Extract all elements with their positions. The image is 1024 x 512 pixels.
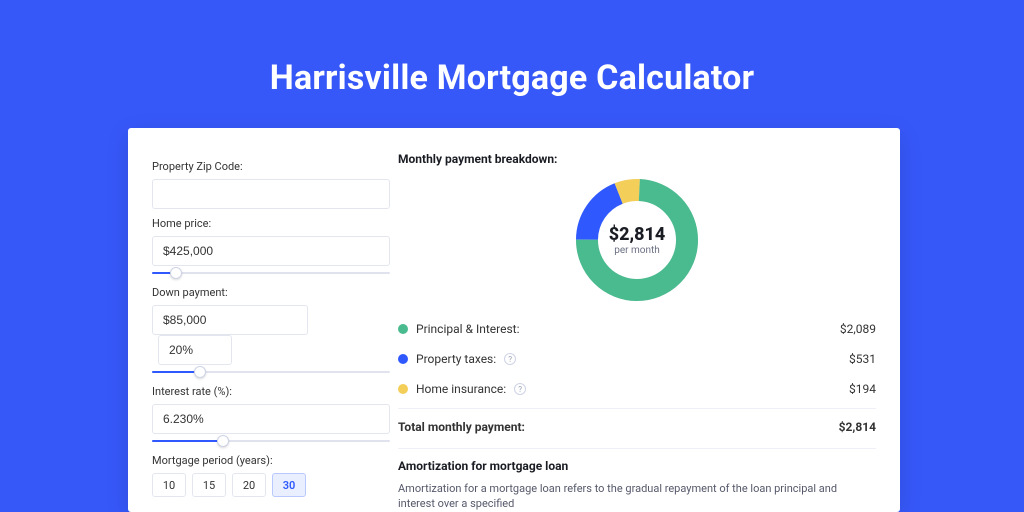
breakdown-heading: Monthly payment breakdown: [398,152,876,166]
amortization-heading: Amortization for mortgage loan [398,459,876,473]
legend-row: Home insurance:? $194 [398,374,876,404]
donut-center: $2,814 per month [571,174,703,306]
down-amount-input[interactable] [152,305,308,335]
rate-input[interactable] [152,404,390,434]
down-percent-input[interactable] [158,335,232,365]
donut-center-sub: per month [614,245,660,256]
period-option-30[interactable]: 30 [272,473,306,497]
period-option-10[interactable]: 10 [152,473,186,497]
legend-row: Principal & Interest: $2,089 [398,314,876,344]
info-icon[interactable]: ? [514,383,526,395]
legend-label: Property taxes: [416,352,496,366]
legend-label: Home insurance: [416,382,506,396]
legend-amount: $194 [849,382,876,396]
down-slider[interactable] [152,367,390,377]
total-label: Total monthly payment: [398,420,525,434]
page-title: Harrisville Mortgage Calculator [108,58,916,98]
down-label: Down payment: [152,286,390,299]
legend-dot [398,354,408,364]
donut-chart-wrap: $2,814 per month [398,174,876,306]
legend-dot [398,324,408,334]
amortization-paragraph: Amortization for a mortgage loan refers … [398,481,876,512]
period-option-20[interactable]: 20 [232,473,266,497]
price-label: Home price: [152,217,390,230]
breakdown-panel: Monthly payment breakdown: $2,814 per mo… [390,128,900,512]
zip-label: Property Zip Code: [152,160,390,173]
price-input[interactable] [152,236,390,266]
zip-input[interactable] [152,179,390,209]
legend-row: Property taxes:? $531 [398,344,876,374]
price-slider[interactable] [152,268,390,278]
legend-dot [398,384,408,394]
rate-slider[interactable] [152,436,390,446]
period-label: Mortgage period (years): [152,454,390,467]
donut-center-value: $2,814 [609,224,666,245]
calculator-card: Property Zip Code: Home price: Down paym… [128,128,900,512]
total-row: Total monthly payment: $2,814 [398,408,876,438]
info-icon[interactable]: ? [504,353,516,365]
legend-amount: $2,089 [840,322,876,336]
amortization-section: Amortization for mortgage loan Amortizat… [398,448,876,512]
breakdown-legend: Principal & Interest: $2,089 Property taxe… [398,314,876,404]
inputs-panel: Property Zip Code: Home price: Down paym… [128,128,390,512]
legend-amount: $531 [849,352,876,366]
page-root: Harrisville Mortgage Calculator Property… [0,0,1024,512]
period-segmented: 10152030 [152,473,390,497]
legend-label: Principal & Interest: [416,322,520,336]
donut-chart: $2,814 per month [571,174,703,306]
period-option-15[interactable]: 15 [192,473,226,497]
rate-label: Interest rate (%): [152,385,390,398]
total-amount: $2,814 [839,420,876,434]
